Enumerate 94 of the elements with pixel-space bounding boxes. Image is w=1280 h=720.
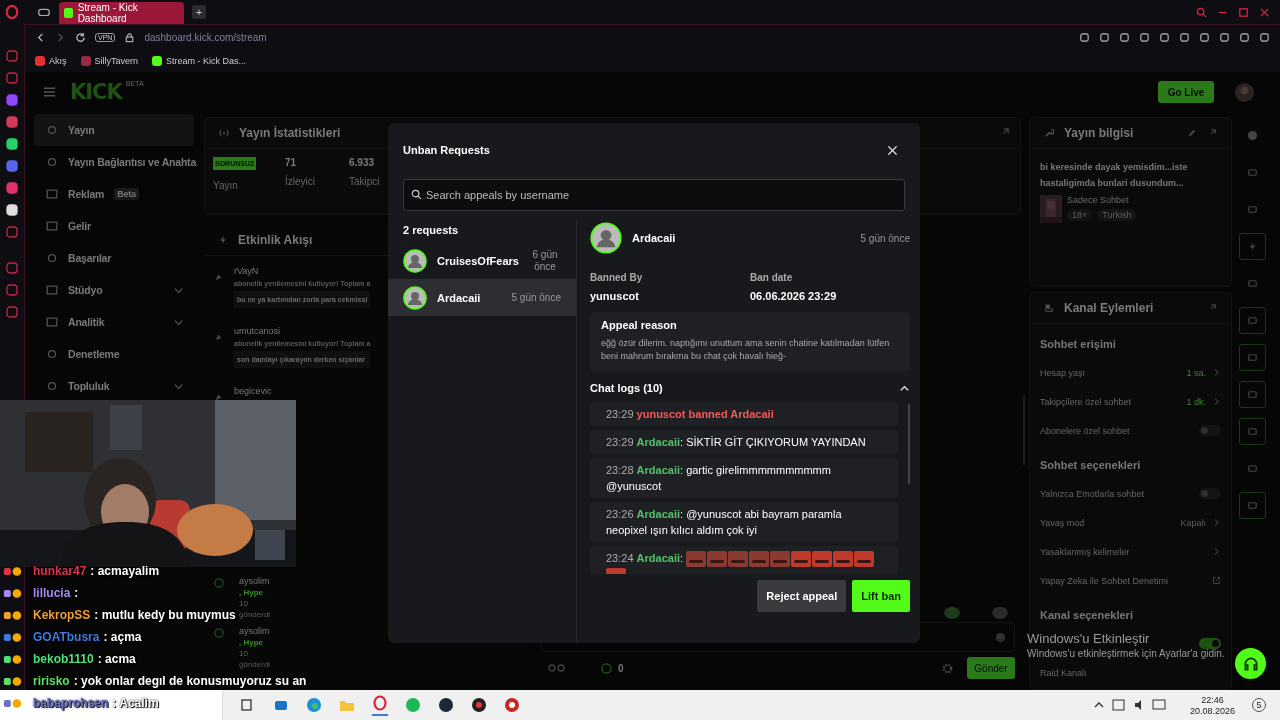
nav-item[interactable]: Yayın	[34, 114, 194, 146]
setting-label[interactable]: Yavaş mod	[1040, 517, 1085, 528]
section-heading: Sohbet seçenekleri	[1040, 458, 1142, 473]
section-heading: Sohbet erişimi	[1040, 337, 1117, 352]
setting-label[interactable]: Yapay Zeka ile Sohbet Denetimi	[1040, 575, 1168, 586]
reject-button[interactable]: Reject appeal	[757, 580, 847, 612]
panel-title: Yayın İstatistikleri	[239, 126, 341, 140]
chat-message: : acmayalim	[90, 564, 160, 578]
chat-message: : acma	[97, 652, 136, 666]
gift-amount-text: 10	[239, 648, 249, 659]
card-title: Appeal reason	[601, 319, 678, 331]
chat-username: lillucia	[33, 586, 71, 600]
event-username: umutcanosi	[234, 326, 282, 336]
chat-log-entry: 23:24 Ardacaii:	[590, 546, 898, 574]
search-field[interactable]: Search appeals by username	[403, 179, 905, 211]
activation-title: Windows'u Etkinleştir	[1027, 631, 1150, 646]
setting-value: 1 dk.	[1186, 396, 1206, 407]
nav-item[interactable]: Başarılar	[34, 242, 194, 274]
chat-username: hunkar47	[33, 564, 87, 578]
lift-ban-button[interactable]: Lift ban	[852, 580, 910, 612]
setting-label[interactable]: Takipçilere özel sohbet	[1040, 396, 1132, 407]
setting-label[interactable]: Yasaklanmış kelimeler	[1040, 546, 1130, 557]
chat-message: : mutlu kedy bu muymus	[94, 608, 236, 622]
field-label: Ban date	[750, 272, 794, 283]
setting-label[interactable]: Yalnızca Emotlarla sohbet	[1040, 488, 1144, 499]
dialog-title: Unban Requests	[403, 144, 491, 156]
setting-label[interactable]: Hesap yaşı	[1040, 367, 1086, 378]
gift-note-text: gönderdi	[239, 609, 271, 620]
chat-log-entry: 23:26 Ardacaii: @yunuscot abi bayram paramla neopixel ışın kılıcı aldım çok iyi	[590, 502, 898, 542]
go-live-button[interactable]: Go Live	[1158, 81, 1214, 103]
chat-username: bekob1110	[33, 652, 94, 666]
tag-chip[interactable]: Turkish	[1097, 209, 1137, 221]
gift-note-text: gönderdi	[239, 659, 271, 670]
address-field[interactable]: dashboard.kick.com/stream	[144, 32, 267, 43]
section-heading: Kanal seçenekleri	[1040, 608, 1134, 623]
chat-message: : yok onlar degıl de konusmuyoruz su an	[73, 674, 307, 688]
stat-label: İzleyici	[285, 176, 316, 187]
section-title: Chat logs (10)	[590, 382, 663, 394]
username: Ardacaii	[632, 232, 676, 244]
request-item[interactable]: Ardacaii 5 gün önce	[388, 279, 576, 316]
bookmark-link[interactable]: Stream - Kick Das...	[152, 56, 247, 66]
send-button[interactable]: Gönder	[967, 657, 1015, 679]
field-value: 06.06.2026 23:29	[750, 290, 838, 302]
chat-username: ririsko	[33, 674, 70, 688]
panel-title: Yayın bilgisi	[1064, 126, 1134, 140]
gift-username: aysolim	[239, 626, 271, 637]
nav-item[interactable]: Denetleme	[34, 338, 194, 370]
chat-message: : açma	[103, 630, 142, 644]
gift-username: aysolim	[239, 576, 271, 587]
gift-type-label: , Hype	[239, 587, 264, 598]
chat-log-entry: 23:28 Ardacaii: gartic girelimmmmmmmmmm @yunuscot	[590, 458, 898, 498]
panel-title: Etkinlik Akışı	[238, 233, 313, 247]
appeal-text: eğğ özür dilerim. naptığımı unuttum ama senin chatine katılmadan lütfen beni mahrum bırakma bu chat çok havalı hieğ-	[601, 337, 891, 363]
nav-item[interactable]: Analitik	[34, 306, 194, 338]
stat-value: 6.933	[349, 157, 376, 168]
stat-label: Takipci	[349, 176, 381, 187]
stat-value: 71	[285, 157, 298, 168]
chat-message: : Acalim	[112, 696, 159, 710]
nav-item[interactable]: Stüdyo	[34, 274, 194, 306]
stream-title: bi keresinde dayak yemisdim...iste hastaligimda bunlari dusundum...	[1040, 161, 1189, 190]
points-count: 0	[618, 662, 624, 674]
new-tab-button[interactable]: +	[192, 5, 206, 19]
chat-username: KekropSS	[33, 608, 91, 622]
bookmark-link[interactable]: Akış	[35, 56, 67, 66]
category-name[interactable]: Sadece Sohbet	[1067, 195, 1137, 205]
activation-text: Windows'u etkinleştirmek için Ayarlar'a gidin.	[1027, 648, 1225, 659]
chat-username: GOATbusra	[33, 630, 100, 644]
gift-amount-text: 10	[239, 598, 249, 609]
setting-value: Kapalı	[1180, 517, 1206, 528]
request-item[interactable]: CruisesOfFears 6 gün önce	[388, 242, 576, 279]
stat-label: Yayın	[213, 180, 239, 191]
request-count: 2 requests	[402, 223, 460, 238]
setting-label[interactable]: Abonelere özel sohbet	[1040, 425, 1130, 436]
panel-title: Kanal Eylemleri	[1064, 301, 1154, 315]
clock-time[interactable]: 22:46	[1201, 694, 1224, 705]
nav-item[interactable]: Reklam Beta	[34, 178, 194, 210]
chat-username: babaprohsen	[33, 696, 109, 710]
event-username: rVayN	[234, 266, 260, 276]
chat-log-entry: 23:29 yunuscot banned Ardacaii	[590, 402, 898, 426]
setting-value: 1 sa.	[1186, 367, 1206, 378]
tag-chip[interactable]: 18+	[1067, 209, 1093, 221]
browser-tab[interactable]: Stream - Kick Dashboard	[59, 2, 184, 24]
gift-type-label: , Hype	[239, 637, 264, 648]
clock-date[interactable]: 20.08.2026	[1189, 705, 1235, 716]
chat-log-entry: 23:29 Ardacaii: SİKTİR GİT ÇIKIYORUM YAYINDAN	[590, 430, 898, 454]
nav-item[interactable]: Topluluk	[34, 370, 194, 402]
nav-item[interactable]: Gelir	[34, 210, 194, 242]
request-time: 5 gün önce	[860, 232, 910, 244]
field-label: Banned By	[590, 272, 644, 283]
field-value: yunuscot	[590, 290, 640, 302]
chat-message: :	[74, 586, 79, 600]
bookmark-link[interactable]: SillyTavern	[80, 56, 139, 66]
event-username: begicevic	[234, 386, 272, 396]
setting-label[interactable]: Raid Kanalı	[1040, 667, 1087, 678]
